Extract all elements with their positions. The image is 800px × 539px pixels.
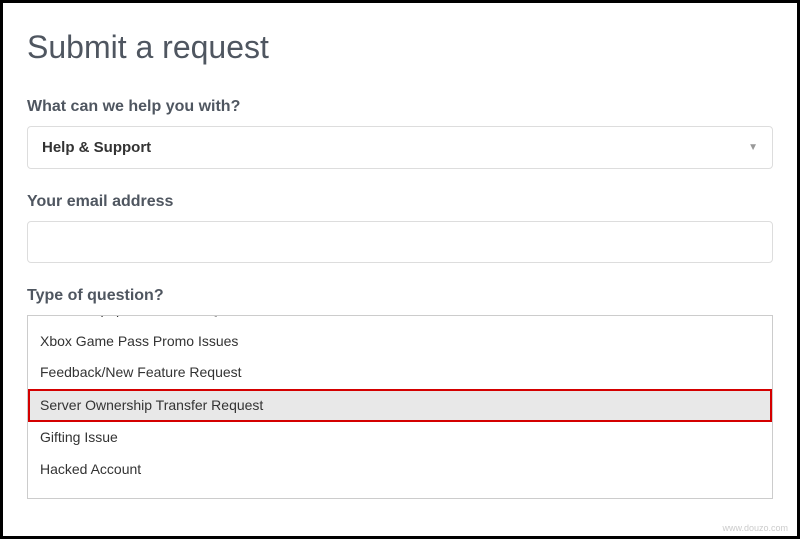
field-help-group: What can we help you with? Help & Suppor… <box>27 98 773 169</box>
field-email-group: Your email address <box>27 193 773 263</box>
email-label: Your email address <box>27 193 773 211</box>
watermark-text: www.douzo.com <box>722 523 788 533</box>
email-input[interactable] <box>27 221 773 263</box>
field-question-type-group: Type of question? Virtual Popup Store/Me… <box>27 287 773 499</box>
help-select-value: Help & Support <box>42 139 151 156</box>
form-container: Submit a request What can we help you wi… <box>0 0 800 539</box>
dropdown-option[interactable]: Hacked Account <box>28 454 772 486</box>
dropdown-option[interactable]: Feedback/New Feature Request <box>28 357 772 389</box>
dropdown-option[interactable]: Xbox Game Pass Promo Issues <box>28 326 772 358</box>
chevron-down-icon: ▼ <box>748 142 758 153</box>
dropdown-option[interactable]: Virtual Popup Store/Merch Questions <box>28 316 772 326</box>
help-select[interactable]: Help & Support ▼ <box>27 126 773 169</box>
dropdown-option[interactable]: Gifting Issue <box>28 422 772 454</box>
page-title: Submit a request <box>27 29 773 66</box>
question-type-dropdown[interactable]: Virtual Popup Store/Merch Questions Xbox… <box>27 315 773 499</box>
help-label: What can we help you with? <box>27 98 773 116</box>
dropdown-option-highlighted[interactable]: Server Ownership Transfer Request <box>28 389 772 423</box>
dropdown-scroll[interactable]: Virtual Popup Store/Merch Questions Xbox… <box>28 316 772 498</box>
question-type-label: Type of question? <box>27 287 773 305</box>
